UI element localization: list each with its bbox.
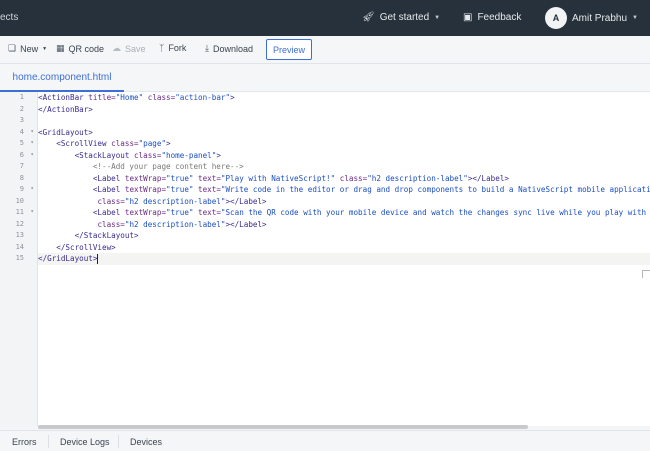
caret-down-icon: ▼ [42, 45, 48, 52]
fold-arrow-icon[interactable]: ▾ [30, 139, 34, 146]
new-label: New [20, 43, 39, 54]
brand-text[interactable]: ects [0, 12, 18, 23]
cloud-save-icon: ☁ [112, 43, 121, 53]
user-menu[interactable]: A Amit Prabhu ▼ [545, 7, 638, 29]
line-number-text: 9 [19, 185, 24, 193]
feedback-label: Feedback [477, 12, 522, 23]
code-line-11: <Label textWrap="true" text="Scan the QR… [38, 208, 650, 217]
get-started-menu[interactable]: 🚀︎ Get started ▼ [362, 12, 440, 23]
line-number-text: 8 [19, 173, 24, 182]
line-number-text: 15 [15, 254, 24, 262]
rocket-icon: 🚀︎ [362, 12, 375, 23]
fork-icon: ᛉ [159, 43, 165, 53]
line-number: 15 [0, 253, 38, 265]
line-number: 2 [0, 104, 38, 116]
code-line-1: <ActionBar title="Home" class="action-ba… [38, 93, 235, 102]
line-number-text: 4 [19, 127, 24, 136]
feedback-link[interactable]: ▣ Feedback [463, 12, 521, 23]
code-area[interactable]: <ActionBar title="Home" class="action-ba… [38, 92, 650, 426]
line-number-text: 14 [15, 242, 24, 251]
tab-divider [48, 435, 49, 448]
fold-arrow-icon[interactable]: ▾ [30, 151, 34, 158]
line-number: 9 ▾ [0, 184, 38, 196]
code-line-7: <!--Add your page content here--> [38, 162, 244, 171]
code-line-9: <Label textWrap="true" text="Write code … [38, 185, 650, 194]
tab-divider [118, 435, 119, 448]
save-label: Save [125, 43, 146, 54]
feedback-icon: ▣ [463, 12, 473, 23]
line-number: 5 ▾ [0, 138, 38, 150]
line-number: 11 ▾ [0, 207, 38, 219]
line-number-text: 7 [19, 162, 24, 170]
code-line-4: <GridLayout> [38, 127, 93, 137]
caret-down-icon: ▼ [632, 15, 638, 21]
caret-down-icon: ▼ [434, 14, 441, 21]
code-line-10: class="h2 description-label"></Label> [97, 196, 267, 206]
line-number: 13 [0, 230, 38, 242]
line-number-text: 10 [15, 196, 24, 205]
preview-button[interactable]: Preview [266, 39, 312, 60]
tab-devices[interactable]: Devices [130, 437, 162, 447]
line-number-text: 3 [19, 116, 24, 124]
avatar: A [545, 7, 567, 29]
code-line-12: class="h2 description-label"></Label> [97, 219, 267, 229]
fork-button[interactable]: ᛉ Fork [159, 43, 186, 53]
code-line-5: <ScrollView class="page"> [38, 139, 171, 148]
download-button[interactable]: ⤓ Download [205, 43, 253, 54]
line-number-text: 13 [15, 231, 24, 239]
line-number: 1 [0, 92, 38, 104]
code-line-14: </ScrollView> [38, 242, 116, 252]
tab-device-logs[interactable]: Device Logs [60, 437, 110, 447]
line-number-text: 6 [19, 150, 24, 159]
qr-code-button[interactable]: ▦ QR code [56, 43, 104, 54]
editor-toolbar: ❏ New ▼ ▦ QR code ☁ Save ᛉ Fork ⤓ Downlo… [0, 36, 650, 64]
code-line-15: </GridLayout> [38, 253, 650, 265]
text-cursor [97, 254, 99, 264]
tab-errors[interactable]: Errors [12, 437, 37, 447]
tab-home-component-html[interactable]: home.component.html [0, 64, 124, 92]
resize-corner-icon [642, 270, 650, 278]
line-number: 12 [0, 219, 38, 231]
line-number: 7 [0, 161, 38, 173]
new-button[interactable]: ❏ New ▼ [8, 43, 47, 54]
code-line-13: </StackLayout> [38, 231, 139, 240]
fold-arrow-icon[interactable]: ▾ [30, 208, 34, 215]
file-tab-strip: home.component.html [0, 64, 650, 92]
fold-arrow-icon[interactable]: ▾ [30, 185, 34, 192]
line-number: 14 [0, 242, 38, 254]
code-line-2: </ActionBar> [38, 104, 93, 114]
line-number-text: 12 [15, 219, 24, 228]
line-number: 6 ▾ [0, 150, 38, 162]
line-number-text: 1 [19, 93, 24, 101]
line-number-text: 11 [15, 208, 24, 216]
horizontal-scrollbar[interactable] [38, 425, 528, 429]
line-number: 4 ▾ [0, 127, 38, 139]
qr-code-icon: ▦ [56, 43, 65, 53]
save-button[interactable]: ☁ Save [112, 43, 146, 54]
code-line-8: <Label textWrap="true" text="Play with N… [38, 173, 509, 183]
code-line-6: <StackLayout class="home-panel"> [38, 150, 221, 160]
top-navbar: ects 🚀︎ Get started ▼ ▣ Feedback A Amit … [0, 0, 650, 36]
fork-label: Fork [168, 43, 187, 53]
qr-code-label: QR code [68, 43, 105, 54]
get-started-label: Get started [379, 12, 430, 23]
download-icon: ⤓ [205, 43, 209, 53]
line-number: 10 [0, 196, 38, 208]
line-number: 8 [0, 173, 38, 185]
line-number-text: 5 [19, 139, 24, 147]
code-editor[interactable]: 1 2 3 4 ▾ 5 ▾ 6 ▾ 7 8 9 ▾ 10 11 ▾ 12 13 14 15 <ActionBar ti… [0, 92, 650, 429]
bottom-panel-tabs: Errors Device Logs Devices [0, 430, 650, 451]
line-number-gutter: 1 2 3 4 ▾ 5 ▾ 6 ▾ 7 8 9 ▾ 10 11 ▾ 12 13 14 15 [0, 92, 38, 426]
line-number-text: 2 [19, 104, 24, 113]
line-number: 3 [0, 115, 38, 127]
user-name: Amit Prabhu [572, 12, 628, 24]
fold-arrow-icon[interactable]: ▾ [30, 128, 34, 135]
download-label: Download [212, 43, 254, 54]
new-file-icon: ❏ [8, 43, 17, 53]
